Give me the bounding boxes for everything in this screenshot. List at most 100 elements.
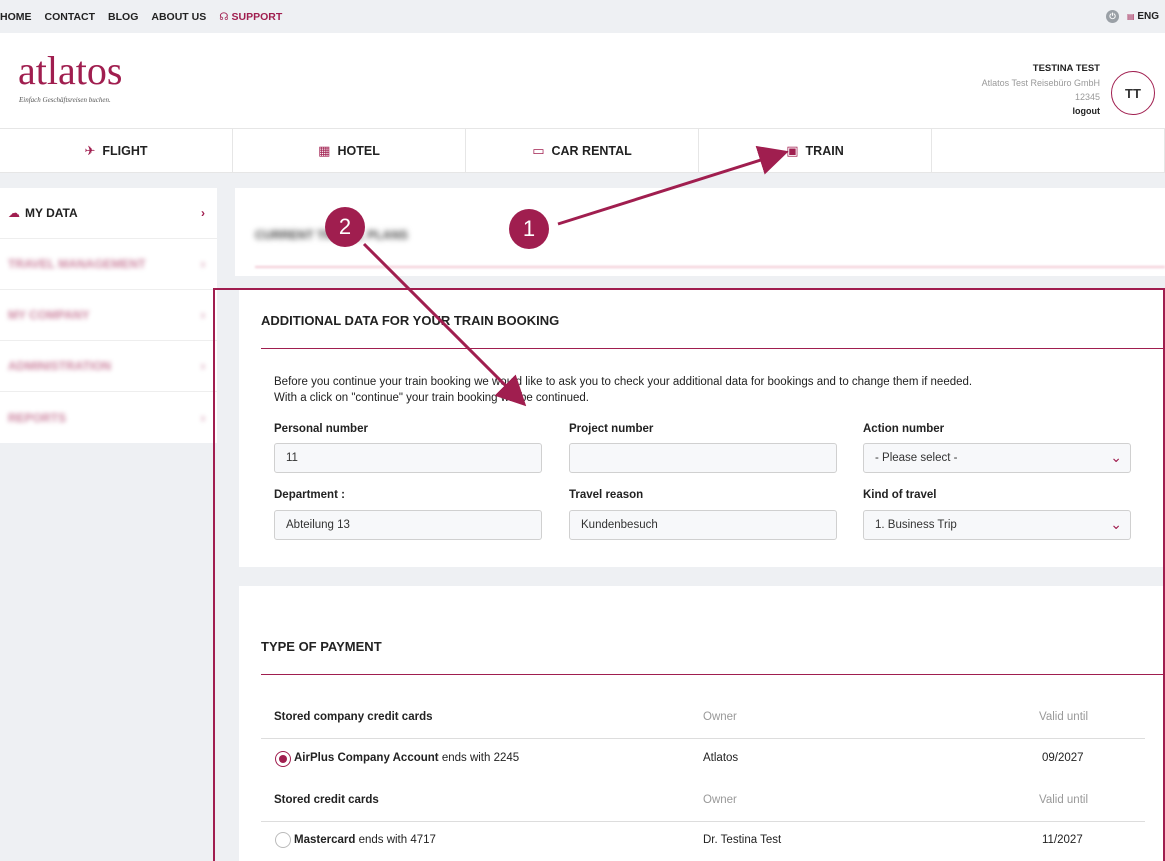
flag-icon: ▤ [1126,12,1135,21]
contact-link[interactable]: CONTACT [45,11,96,23]
travel-reason-label: Travel reason [569,489,644,501]
user-info: TESTINA TEST Atlatos Test Reisebüro GmbH… [982,62,1100,118]
blog-link[interactable]: BLOG [108,11,138,23]
train-icon: ▣ [786,142,799,158]
select-value: 1. Business Trip [875,519,957,531]
chevron-down-icon: ⌄ [1110,449,1122,465]
sidebar-item-travel-management[interactable]: TRAVEL MANAGEMENT › [0,239,217,290]
avatar[interactable]: TT [1111,71,1155,115]
action-number-select[interactable]: - Please select - ⌄ [863,443,1131,473]
sidebar-item-label: MY COMPANY [8,308,90,322]
tab-hotel[interactable]: ▦ HOTEL [233,129,466,172]
divider [261,738,1145,739]
sidebar-item-my-company[interactable]: MY COMPANY › [0,290,217,341]
sidebar-item-label: MY DATA [25,206,78,220]
tab-label: TRAIN [805,143,844,158]
action-number-label: Action number [863,423,945,435]
card-name: AirPlus Company Account [294,752,439,764]
company-card-owner: Atlatos [703,752,739,764]
divider [255,266,1165,268]
card-suffix: ends with 4717 [355,834,436,846]
chevron-right-icon: › [201,308,205,322]
building-icon: ▦ [318,142,331,158]
travel-reason-field[interactable]: Kundenbesuch [569,510,837,540]
tab-flight[interactable]: ✈ FLIGHT [0,129,233,172]
header: atlatos Einfach Geschäftsreisen buchen. … [0,33,1165,128]
annotation-badge-2: 2 [325,207,365,247]
tab-empty [932,129,1165,172]
language-selector[interactable]: ▤ ENG [1127,11,1159,22]
kind-of-travel-select[interactable]: 1. Business Trip ⌄ [863,510,1131,540]
select-value: - Please select - [875,452,958,464]
description-line: With a click on "continue" your train bo… [274,392,589,404]
department-label: Department : [274,489,345,501]
credit-card-radio[interactable] [275,832,291,848]
sidebar-item-my-data[interactable]: ☁ MY DATA › [0,188,217,239]
department-field[interactable]: Abteilung 13 [274,510,542,540]
payment-card: TYPE OF PAYMENT Stored company credit ca… [239,586,1165,861]
card-suffix: ends with 2245 [438,752,520,764]
top-right: ⏻ ▤ ENG [1105,10,1159,23]
divider [261,348,1165,349]
sidebar: ☁ MY DATA › TRAVEL MANAGEMENT › MY COMPA… [0,188,217,443]
product-tabs: ✈ FLIGHT ▦ HOTEL ▭ CAR RENTAL ▣ TRAIN [0,128,1165,173]
tab-train[interactable]: ▣ TRAIN [699,129,932,172]
user-name: TESTINA TEST [1032,63,1100,74]
personal-number-label: Personal number [274,423,368,435]
chevron-right-icon: › [201,410,205,425]
car-icon: ▭ [532,142,545,158]
valid-until-header: Valid until [1039,794,1089,806]
home-link[interactable]: HOME [0,11,32,23]
company-card-label: AirPlus Company Account ends with 2245 [294,752,519,764]
kind-of-travel-label: Kind of travel [863,489,937,501]
description-line: Before you continue your train booking w… [274,376,973,388]
tab-label: HOTEL [337,143,380,158]
credit-card-valid: 11/2027 [1042,834,1083,846]
chevron-down-icon: ⌄ [1110,516,1122,532]
train-booking-data-card: ADDITIONAL DATA FOR YOUR TRAIN BOOKING B… [239,288,1165,567]
credit-cards-header: Stored credit cards [274,794,379,806]
company-card-valid: 09/2027 [1042,752,1084,764]
sidebar-item-reports[interactable]: REPORTS › [0,392,217,443]
plane-icon: ✈ [84,142,96,158]
divider [261,674,1165,675]
owner-header: Owner [703,794,737,806]
chevron-right-icon: › [201,359,205,373]
logout-link[interactable]: logout [982,104,1101,118]
top-bar: HOME CONTACT BLOG ABOUT US ☊ SUPPORT ⏻ ▤… [0,0,1165,33]
tab-label: FLIGHT [102,143,148,158]
tab-label: CAR RENTAL [551,143,632,158]
valid-until-header: Valid until [1039,711,1089,723]
logo-tagline: Einfach Geschäftsreisen buchen. [19,96,111,104]
chevron-right-icon: › [201,206,205,220]
sidebar-item-label: ADMINISTRATION [8,359,112,373]
personal-number-field[interactable]: 11 [274,443,542,473]
user-number: 12345 [1074,92,1100,102]
project-number-label: Project number [569,423,654,435]
user-company: Atlatos Test Reisebüro GmbH [981,78,1100,88]
support-link[interactable]: ☊ SUPPORT [219,11,282,23]
chevron-right-icon: › [201,257,205,271]
current-plans-card: CURRENT TRAVEL PLANS [235,188,1165,276]
sidebar-item-administration[interactable]: ADMINISTRATION › [0,341,217,392]
card-title: TYPE OF PAYMENT [261,639,382,654]
support-label: SUPPORT [231,10,283,23]
tab-car-rental[interactable]: ▭ CAR RENTAL [466,129,699,172]
top-nav: HOME CONTACT BLOG ABOUT US ☊ SUPPORT [0,11,282,23]
sidebar-item-label: REPORTS [8,410,67,425]
logo[interactable]: atlatos [18,51,122,91]
company-card-radio[interactable] [275,751,291,767]
power-icon[interactable]: ⏻ [1105,10,1119,23]
card-name: Mastercard [294,834,356,846]
sidebar-item-label: TRAVEL MANAGEMENT [8,257,146,271]
card-title: ADDITIONAL DATA FOR YOUR TRAIN BOOKING [261,313,560,328]
booking-description: Before you continue your train booking w… [274,374,972,406]
credit-card-owner: Dr. Testina Test [703,834,782,846]
about-us-link[interactable]: ABOUT US [151,11,206,23]
company-cards-header: Stored company credit cards [274,711,433,723]
project-number-field[interactable] [569,443,837,473]
cloud-icon: ☁ [8,206,20,220]
owner-header: Owner [703,711,737,723]
headset-icon: ☊ [219,10,229,23]
credit-card-label: Mastercard ends with 4717 [294,834,436,846]
